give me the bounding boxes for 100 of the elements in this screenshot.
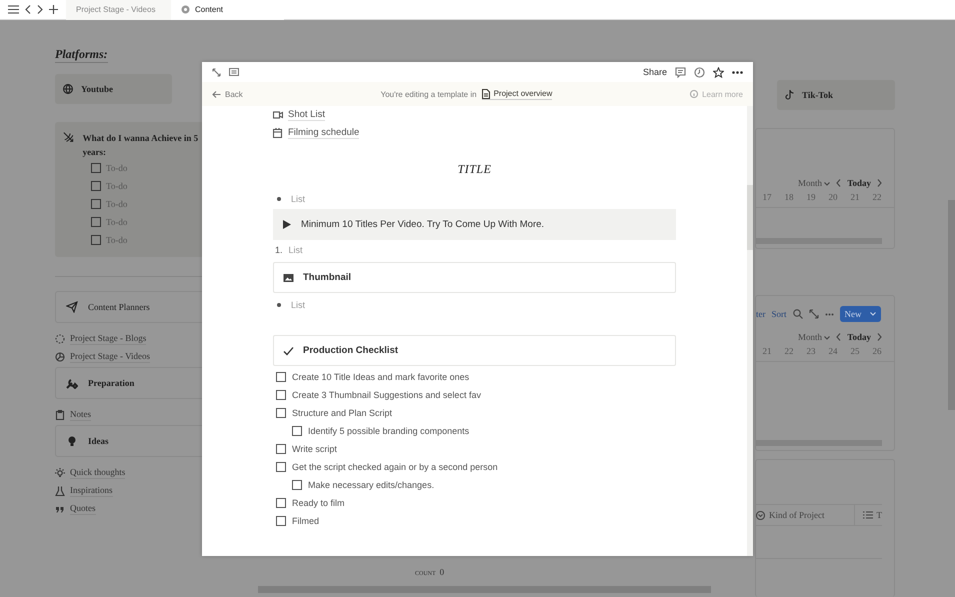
todo-text: To-do <box>106 217 128 227</box>
checkbox[interactable] <box>91 217 101 227</box>
column-header[interactable]: Kind of Project <box>756 505 854 526</box>
globe-icon <box>63 84 73 94</box>
checkbox[interactable] <box>276 408 286 418</box>
page-link[interactable]: Project Stage - Videos <box>70 351 150 363</box>
list-item-field[interactable]: List <box>288 245 303 255</box>
bullet-icon <box>277 303 281 307</box>
toolbar-link[interactable]: Sort <box>772 309 787 320</box>
checkbox[interactable] <box>276 516 286 526</box>
chevron-left-icon[interactable] <box>836 178 842 187</box>
goals-title: What do I wanna Achieve in 5 years: <box>82 132 200 159</box>
left-arrow-icon <box>212 90 221 98</box>
today-button[interactable]: Today <box>847 332 871 342</box>
date-label: 24 <box>828 346 838 358</box>
view-dropdown[interactable]: Month <box>798 178 830 188</box>
banner-text: You're editing a template in <box>380 90 477 98</box>
star-icon[interactable] <box>713 66 724 78</box>
list-item-field[interactable]: List <box>291 194 306 204</box>
checkbox[interactable] <box>276 372 286 382</box>
paper-plane-icon <box>66 301 78 313</box>
checklist-text: Create 10 Title Ideas and mark favorite ones <box>292 372 470 382</box>
back-button[interactable]: Back <box>212 90 243 98</box>
caret-icon <box>824 336 830 340</box>
page-link[interactable]: Project overview <box>482 88 552 100</box>
chevron-right-icon[interactable] <box>877 333 882 342</box>
checkbox[interactable] <box>91 199 101 209</box>
date-label: 22 <box>872 192 882 204</box>
checkbox[interactable] <box>276 498 286 508</box>
dotted-circle-icon <box>55 334 65 344</box>
expand-icon[interactable] <box>212 68 221 76</box>
checkbox[interactable] <box>91 235 101 245</box>
toolbar-link[interactable]: ter <box>756 309 766 320</box>
checklist-text: Make necessary edits/changes. <box>308 480 434 490</box>
toggle-block[interactable]: Minimum 10 Titles Per Video. Try To Come Up With More. <box>273 209 676 240</box>
date-label: 26 <box>872 346 882 358</box>
checkbox[interactable] <box>276 462 286 472</box>
caret-icon[interactable] <box>870 312 876 316</box>
clipboard-icon <box>55 410 65 420</box>
checkbox[interactable] <box>292 480 302 490</box>
checklist-text: Identify 5 possible branding components <box>308 426 470 436</box>
clock-icon[interactable] <box>694 66 705 78</box>
page-link[interactable]: Inspirations <box>70 485 112 497</box>
page-link[interactable]: Notes <box>70 409 91 421</box>
date-label: 17 <box>762 192 772 204</box>
new-button[interactable]: New <box>840 306 881 322</box>
calendar-icon <box>273 128 283 138</box>
menu-icon[interactable] <box>8 5 19 14</box>
plus-icon[interactable] <box>49 5 58 14</box>
checkbox[interactable] <box>276 444 286 454</box>
platform-card[interactable]: Tik-Tok <box>777 80 895 110</box>
triangle-icon[interactable] <box>283 220 291 229</box>
quote-icon <box>55 504 65 514</box>
document-icon <box>482 88 490 98</box>
page-title: TITLE <box>456 162 492 177</box>
caret-icon <box>824 182 830 186</box>
checkbox[interactable] <box>91 181 101 191</box>
checkbox[interactable] <box>91 163 101 173</box>
platforms-heading: Platforms: <box>55 47 108 63</box>
today-button[interactable]: Today <box>847 178 871 188</box>
date-label: 20 <box>828 192 838 204</box>
page-link[interactable]: Quick thoughts <box>70 467 126 479</box>
search-icon[interactable] <box>792 309 803 320</box>
tab[interactable]: Project Stage - Videos <box>66 0 171 20</box>
checkbox[interactable] <box>276 390 286 400</box>
todo-text: To-do <box>106 199 128 209</box>
info-icon <box>690 90 698 98</box>
column-header[interactable]: T <box>854 510 882 520</box>
chevron-right-icon[interactable] <box>877 178 882 187</box>
page-link[interactable]: Quotes <box>70 503 96 515</box>
music-note-icon <box>785 90 794 100</box>
share-button[interactable]: Share <box>642 67 667 77</box>
video-camera-icon <box>273 110 283 120</box>
page-link[interactable]: Project Stage - Blogs <box>70 333 146 345</box>
view-dropdown[interactable]: Month <box>798 332 830 342</box>
light-bulb-icon <box>66 435 78 447</box>
panel-icon[interactable] <box>229 68 239 76</box>
more-icon[interactable] <box>732 70 743 74</box>
expand-icon[interactable] <box>808 309 819 320</box>
checklist-text: Structure and Plan Script <box>292 408 392 418</box>
checkbox[interactable] <box>292 426 302 436</box>
image-icon <box>283 272 294 282</box>
page-link[interactable]: Shot List <box>288 109 325 121</box>
page-link[interactable]: Filming schedule <box>288 127 360 139</box>
chevron-left-icon[interactable] <box>836 333 842 342</box>
dropdown-circle-icon <box>756 510 765 520</box>
scrollbar <box>747 185 753 250</box>
todo-text: To-do <box>106 235 128 245</box>
date-label: 18 <box>784 192 794 204</box>
bullet-icon <box>277 197 281 201</box>
date-label: 21 <box>762 346 772 358</box>
aperture-icon <box>55 352 65 362</box>
checklist-text: Write script <box>292 444 337 454</box>
checklist-text: Get the script checked again or by a second person <box>292 462 498 472</box>
light-bulb-icon <box>55 468 65 478</box>
list-item-field[interactable]: List <box>291 300 306 310</box>
comment-icon[interactable] <box>675 66 686 78</box>
date-label: 25 <box>850 346 860 358</box>
checklist-text: Filmed <box>292 516 320 526</box>
platform-card[interactable]: Youtube <box>55 74 172 104</box>
